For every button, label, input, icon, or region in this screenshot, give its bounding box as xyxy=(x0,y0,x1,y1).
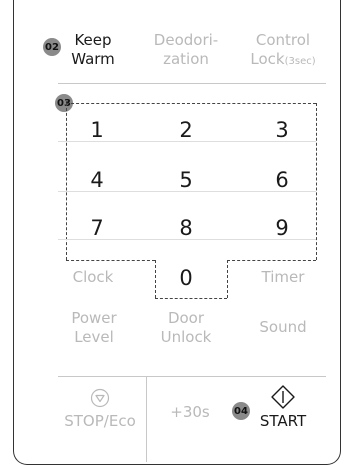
door-unlock-button[interactable]: Door Unlock xyxy=(150,309,222,347)
deodorization-label-line2: zation xyxy=(163,50,209,68)
keypad-outline-left xyxy=(66,103,67,260)
key-9[interactable]: 9 xyxy=(262,216,302,240)
keypad-outline-left-step xyxy=(66,260,155,261)
key-1[interactable]: 1 xyxy=(77,118,117,142)
keypad-outline-zero-left xyxy=(155,260,156,298)
key-7[interactable]: 7 xyxy=(77,216,117,240)
keypad-outline-bottom xyxy=(155,298,227,299)
key-6[interactable]: 6 xyxy=(262,168,302,192)
keypad-outline-top xyxy=(66,103,316,104)
key-4[interactable]: 4 xyxy=(77,168,117,192)
key-8[interactable]: 8 xyxy=(166,216,206,240)
key-5[interactable]: 5 xyxy=(166,168,206,192)
start-button[interactable]: START xyxy=(252,384,314,431)
divider-vertical xyxy=(146,376,147,462)
key-3[interactable]: 3 xyxy=(262,118,302,142)
key-2[interactable]: 2 xyxy=(166,118,206,142)
keypad-row-line-2 xyxy=(58,191,316,192)
plus-30s-button[interactable]: +30s xyxy=(160,403,220,422)
deodorization-label-line1: Deodori- xyxy=(153,31,219,49)
keypad-outline-right-step xyxy=(227,260,316,261)
divider-bottom xyxy=(58,376,326,377)
divider-top xyxy=(58,83,326,84)
control-lock-label-line1: Control xyxy=(255,31,311,49)
callout-badge-02: 02 xyxy=(43,38,61,56)
keypad-outline-right xyxy=(316,103,317,260)
door-unlock-label-line2: Unlock xyxy=(160,328,212,346)
start-icon xyxy=(252,384,314,412)
timer-button[interactable]: Timer xyxy=(248,268,318,287)
keypad-row-line-1 xyxy=(58,141,316,142)
control-lock-button[interactable]: Control Lock(3sec) xyxy=(238,31,328,71)
control-lock-label-line2: Lock(3sec) xyxy=(238,50,328,71)
keep-warm-button[interactable]: Keep Warm xyxy=(63,31,123,69)
keep-warm-label-line2: Warm xyxy=(71,50,115,68)
power-level-label-line2: Level xyxy=(74,328,114,346)
stop-eco-button[interactable]: STOP/Eco xyxy=(60,388,140,431)
keypad-row-line-3 xyxy=(58,239,316,240)
control-lock-duration: (3sec) xyxy=(284,56,316,67)
keypad-outline-zero-right xyxy=(227,260,228,298)
start-label: START xyxy=(259,412,307,430)
clock-button[interactable]: Clock xyxy=(63,268,123,287)
keep-warm-label-line1: Keep xyxy=(74,31,112,49)
stop-eco-label: STOP/Eco xyxy=(64,412,136,430)
stop-icon xyxy=(60,388,140,412)
callout-badge-04: 04 xyxy=(232,402,250,420)
door-unlock-label-line1: Door xyxy=(167,309,205,327)
sound-button[interactable]: Sound xyxy=(246,318,320,337)
power-level-label-line1: Power xyxy=(71,309,117,327)
key-0[interactable]: 0 xyxy=(166,266,206,290)
deodorization-button[interactable]: Deodori- zation xyxy=(150,31,222,69)
power-level-button[interactable]: Power Level xyxy=(60,309,128,347)
control-lock-label-main: Lock xyxy=(250,50,285,68)
